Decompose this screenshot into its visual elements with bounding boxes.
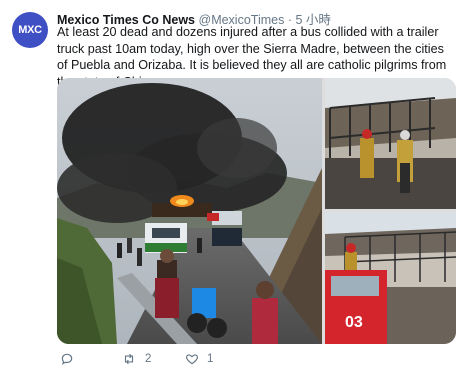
retweet-icon [124,353,134,365]
media-grid[interactable]: 03 [57,78,456,344]
reply-icon [61,353,73,365]
like-button[interactable]: 1 [185,352,213,366]
like-count: 1 [207,353,214,365]
tweet[interactable]: MXC Mexico Times Co News @MexicoTimes · … [0,0,466,381]
action-bar: 2 1 [57,352,357,370]
fire-truck-number: 03 [345,314,363,331]
reply-button[interactable] [60,352,74,366]
avatar-logo-text: MXC [18,24,42,36]
avatar[interactable]: MXC [12,12,48,48]
photo-fire-truck[interactable]: 03 [325,212,456,344]
photo-burnt-bus-firefighters[interactable] [325,78,456,209]
photo-main[interactable] [57,78,322,344]
retweet-count: 2 [145,353,152,365]
heart-icon [185,354,199,365]
retweet-button[interactable]: 2 [121,352,151,366]
